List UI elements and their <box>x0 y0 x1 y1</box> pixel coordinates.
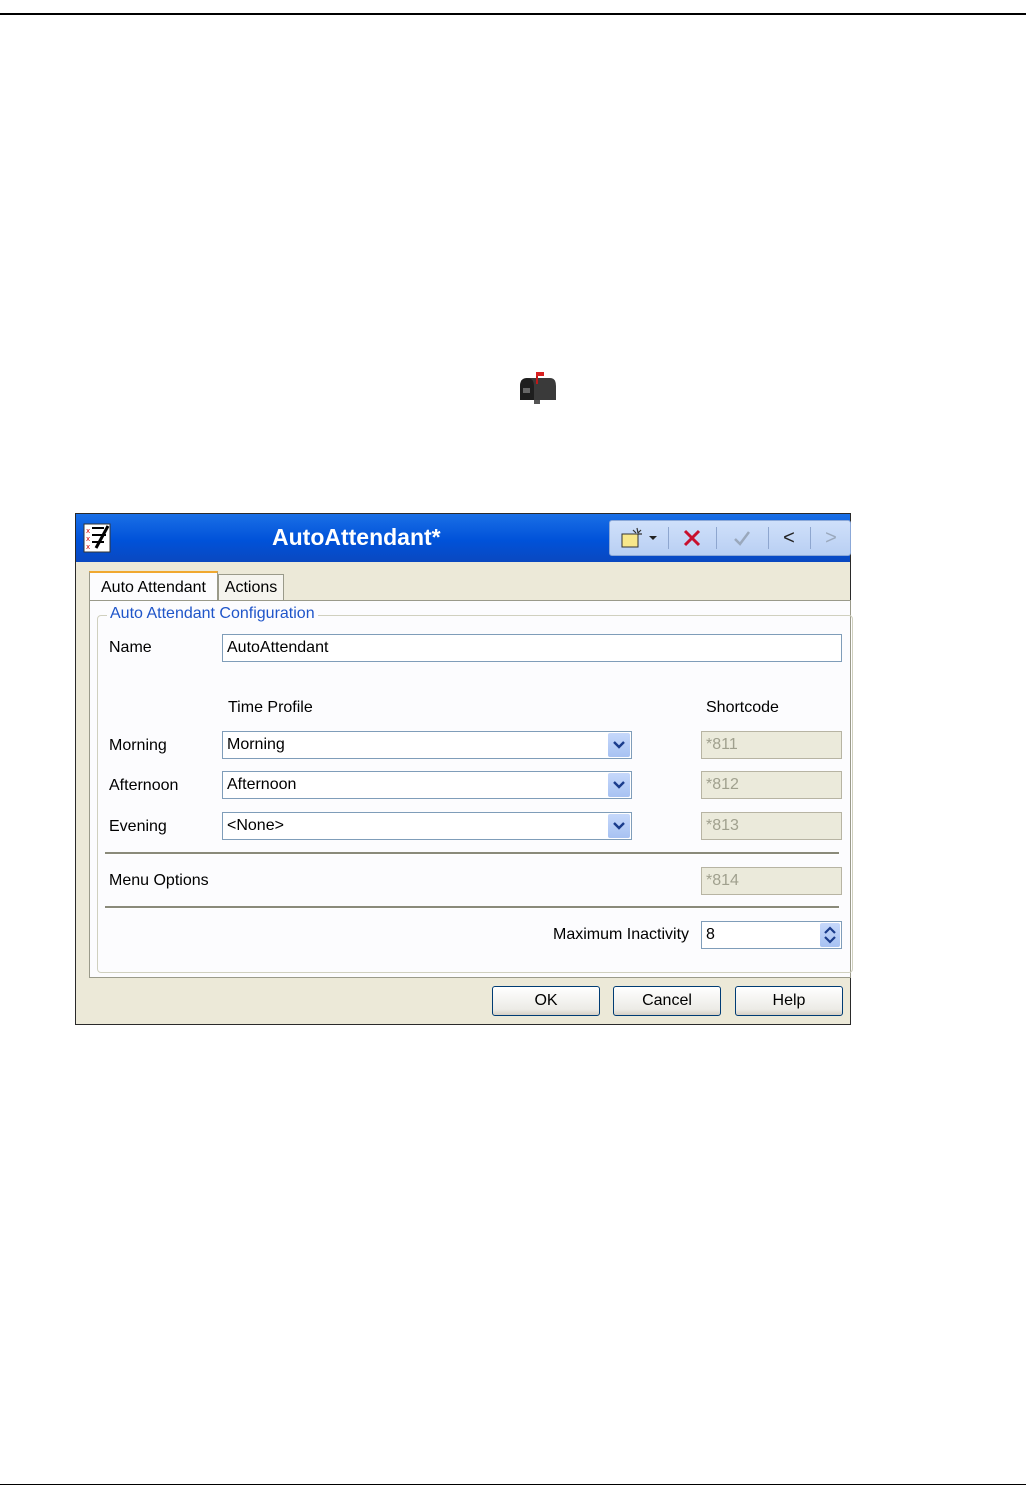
max-inactivity-label: Maximum Inactivity <box>553 926 690 943</box>
tab-panel: Auto Attendant Configuration Name AutoAt… <box>89 600 853 978</box>
evening-label: Evening <box>109 818 167 835</box>
afternoon-label: Afternoon <box>109 777 179 794</box>
evening-profile-value: <None> <box>227 817 284 834</box>
toolbar-separator <box>810 527 811 549</box>
tab-auto-attendant[interactable]: Auto Attendant <box>89 571 218 602</box>
mailbox-icon <box>520 372 556 404</box>
evening-dropdown-button[interactable] <box>608 814 630 838</box>
top-page-rule <box>0 13 1026 15</box>
morning-shortcode: *811 <box>701 731 842 759</box>
chevron-down-icon <box>613 822 625 830</box>
new-record-icon <box>621 527 642 548</box>
morning-profile-value: Morning <box>227 736 285 753</box>
spin-buttons[interactable] <box>820 923 840 947</box>
checkmark-icon <box>734 531 750 546</box>
section-divider <box>105 852 839 855</box>
window-title: AutoAttendant* <box>272 524 441 550</box>
group-title: Auto Attendant Configuration <box>107 605 318 623</box>
toolbar-separator <box>668 527 669 549</box>
max-inactivity-spinner[interactable]: 8 <box>701 921 842 949</box>
afternoon-dropdown-button[interactable] <box>608 773 630 797</box>
time-profile-header: Time Profile <box>228 699 313 716</box>
ok-button[interactable]: OK <box>492 986 600 1016</box>
delete-button[interactable] <box>674 524 710 552</box>
previous-button[interactable]: < <box>772 524 806 552</box>
max-inactivity-value: 8 <box>706 926 715 943</box>
svg-text:x: x <box>86 543 90 551</box>
name-label: Name <box>109 639 152 656</box>
delete-x-icon <box>683 529 701 547</box>
morning-profile-select[interactable]: Morning <box>222 731 632 759</box>
toolbar-separator <box>768 527 769 549</box>
chevron-down-icon <box>613 741 625 749</box>
afternoon-profile-select[interactable]: Afternoon <box>222 771 632 799</box>
spin-up-down-icon <box>824 926 836 944</box>
next-button[interactable]: > <box>814 524 848 552</box>
help-button[interactable]: Help <box>735 986 843 1016</box>
shortcode-header: Shortcode <box>706 699 779 716</box>
morning-label: Morning <box>109 737 167 754</box>
afternoon-shortcode: *812 <box>701 771 842 799</box>
app-config-icon: x x x <box>83 523 111 553</box>
tab-actions[interactable]: Actions <box>218 574 284 601</box>
svg-text:x: x <box>86 535 90 543</box>
morning-dropdown-button[interactable] <box>608 733 630 757</box>
evening-shortcode: *813 <box>701 812 842 840</box>
chevron-down-icon <box>613 781 625 789</box>
afternoon-profile-value: Afternoon <box>227 776 297 793</box>
validate-button[interactable] <box>722 524 762 552</box>
evening-profile-select[interactable]: <None> <box>222 812 632 840</box>
record-toolbar: < > <box>609 520 851 556</box>
bottom-page-rule <box>0 1484 1026 1485</box>
toolbar-separator <box>716 527 717 549</box>
section-divider <box>105 906 839 909</box>
chevron-down-icon <box>649 536 657 540</box>
cancel-button[interactable]: Cancel <box>613 986 721 1016</box>
menu-options-shortcode: *814 <box>701 867 842 895</box>
new-record-button[interactable] <box>616 524 662 552</box>
title-bar: x x x AutoAttendant* < > <box>76 514 851 562</box>
auto-attendant-dialog: x x x AutoAttendant* < > Auto Attendant … <box>75 513 853 1025</box>
name-input[interactable]: AutoAttendant <box>222 634 842 662</box>
menu-options-label: Menu Options <box>109 872 209 889</box>
svg-text:x: x <box>86 527 90 535</box>
